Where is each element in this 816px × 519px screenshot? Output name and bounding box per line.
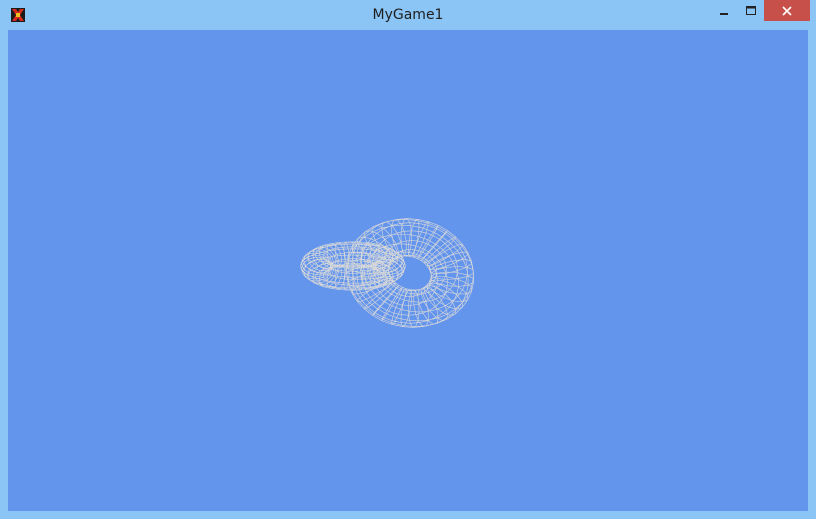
maximize-button[interactable] xyxy=(737,0,764,21)
game-viewport[interactable] xyxy=(8,30,808,511)
game-app-icon[interactable] xyxy=(10,7,26,23)
game-window: MyGame1 xyxy=(0,0,816,519)
wireframe-scene xyxy=(300,218,474,328)
window-title: MyGame1 xyxy=(372,7,444,23)
torus-large-mesh xyxy=(346,218,474,328)
title-bar[interactable]: MyGame1 xyxy=(0,0,816,30)
minimize-icon xyxy=(719,12,728,15)
close-button[interactable] xyxy=(764,0,810,21)
maximize-icon xyxy=(745,5,756,15)
close-icon xyxy=(782,5,792,16)
minimize-button[interactable] xyxy=(710,0,737,21)
torus-large xyxy=(346,218,474,328)
